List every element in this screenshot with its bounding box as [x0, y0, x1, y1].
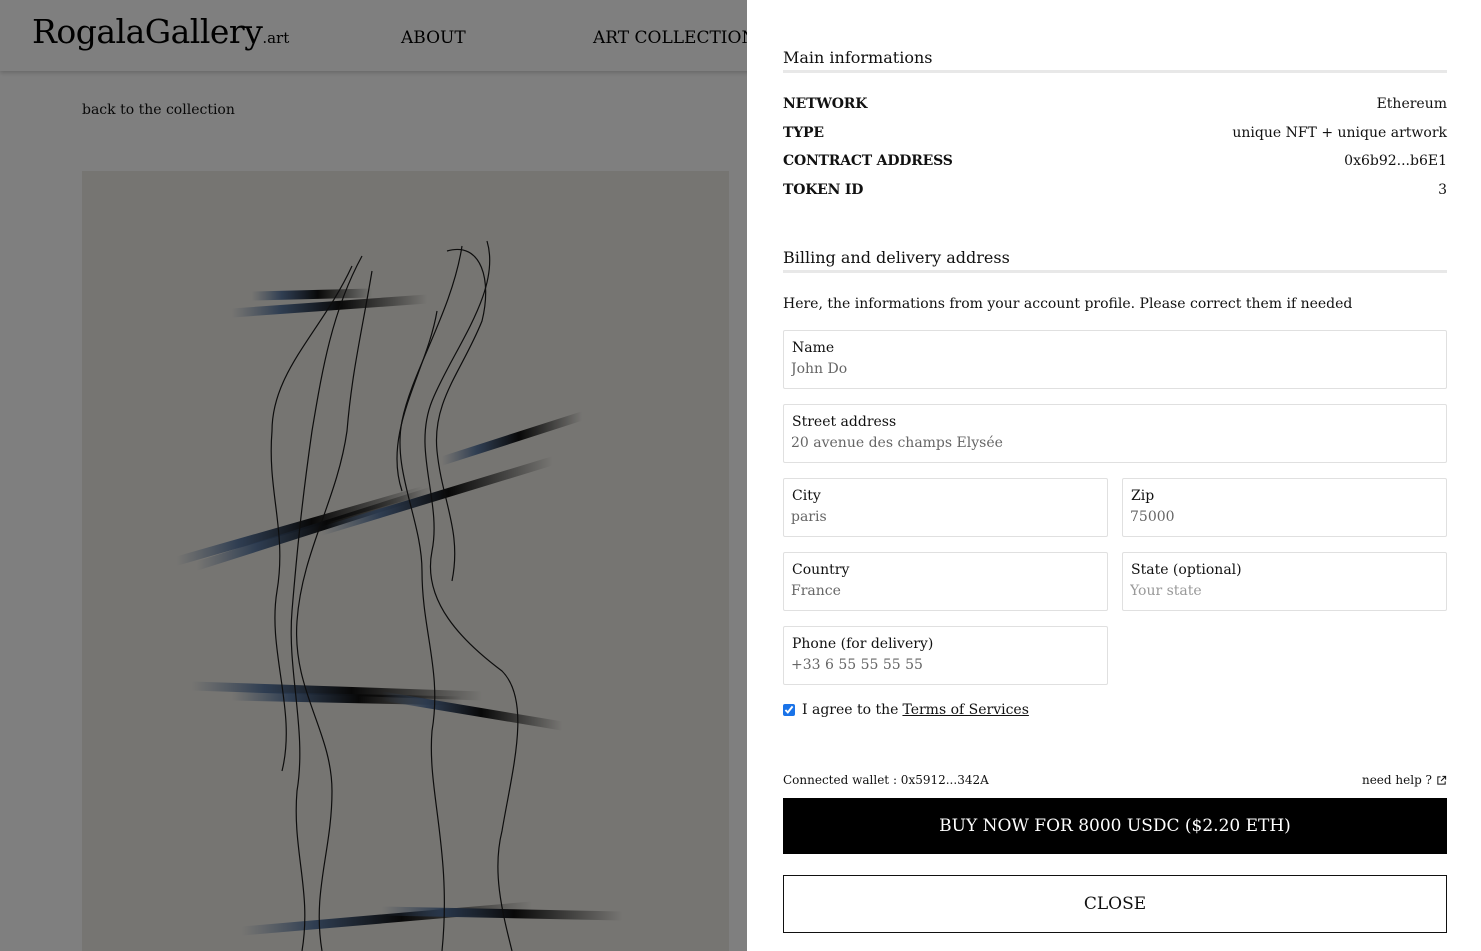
info-value: 3 — [1438, 182, 1447, 198]
info-label: TOKEN ID — [783, 182, 864, 198]
terms-of-service-link[interactable]: Terms of Services — [902, 702, 1028, 718]
city-field: City — [783, 478, 1108, 537]
close-button[interactable]: CLOSE — [783, 875, 1447, 933]
state-input[interactable] — [1130, 583, 1437, 599]
field-label: Street address — [792, 414, 897, 430]
main-informations-title: Main informations — [783, 48, 1447, 73]
phone-field: Phone (for delivery) — [783, 626, 1108, 685]
field-label: State (optional) — [1131, 562, 1242, 578]
info-value: unique NFT + unique artwork — [1232, 125, 1447, 141]
info-label: CONTRACT ADDRESS — [783, 153, 953, 169]
info-label: NETWORK — [783, 96, 868, 112]
zip-input[interactable] — [1130, 509, 1437, 525]
country-field: Country — [783, 552, 1108, 611]
terms-checkbox[interactable] — [783, 704, 795, 716]
state-field: State (optional) — [1122, 552, 1447, 611]
purchase-drawer: Main informations NETWORK Ethereum TYPE … — [747, 0, 1481, 951]
field-label: Name — [792, 340, 835, 356]
name-input[interactable] — [791, 361, 1437, 377]
street-address-input[interactable] — [791, 435, 1437, 451]
billing-helper-text: Here, the informations from your account… — [783, 296, 1353, 312]
connected-wallet: Connected wallet : 0x5912...342A — [783, 773, 989, 787]
phone-input[interactable] — [791, 657, 1098, 673]
field-label: Country — [792, 562, 850, 578]
need-help-label: need help ? — [1361, 773, 1432, 787]
need-help-link[interactable]: need help ? — [1362, 773, 1447, 787]
info-row-type: TYPE unique NFT + unique artwork — [783, 125, 1447, 145]
field-label: City — [792, 488, 821, 504]
external-link-icon — [1437, 775, 1447, 785]
street-address-field: Street address — [783, 404, 1447, 463]
billing-title: Billing and delivery address — [783, 248, 1447, 273]
field-label: Phone (for delivery) — [792, 636, 934, 652]
info-row-token-id: TOKEN ID 3 — [783, 182, 1447, 202]
terms-agreement: I agree to the Terms of Services — [783, 702, 1029, 718]
info-row-contract-address: CONTRACT ADDRESS 0x6b92...b6E1 — [783, 153, 1447, 173]
terms-text: I agree to the — [802, 702, 899, 718]
city-input[interactable] — [791, 509, 1098, 525]
info-label: TYPE — [783, 125, 824, 141]
info-value: Ethereum — [1376, 96, 1447, 112]
country-input[interactable] — [791, 583, 1098, 599]
buy-now-button[interactable]: BUY NOW FOR 8000 USDC ($2.20 ETH) — [783, 798, 1447, 854]
info-row-network: NETWORK Ethereum — [783, 96, 1447, 116]
name-field: Name — [783, 330, 1447, 389]
info-value: 0x6b92...b6E1 — [1344, 153, 1447, 169]
zip-field: Zip — [1122, 478, 1447, 537]
field-label: Zip — [1131, 488, 1155, 504]
